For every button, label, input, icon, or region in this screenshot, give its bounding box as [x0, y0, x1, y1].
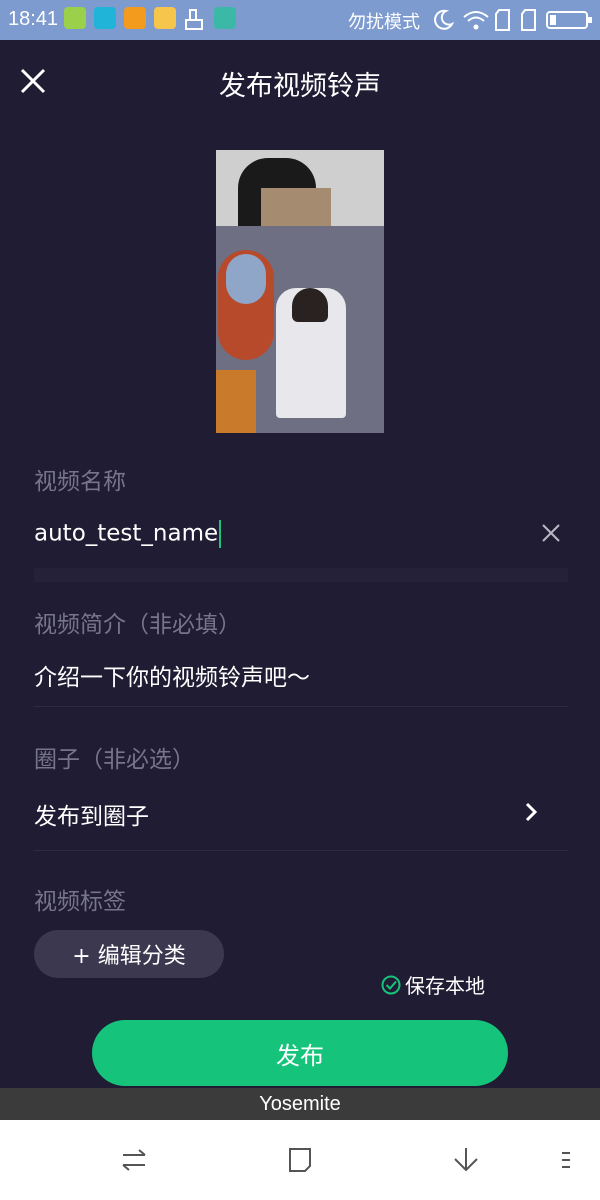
edit-category-button[interactable]: + 编辑分类	[34, 930, 224, 978]
dnd-label: 勿扰模式	[348, 12, 420, 33]
battery-icon	[546, 11, 592, 29]
circle-label: 圈子（非必选）	[34, 747, 195, 773]
video-tag-label: 视频标签	[34, 889, 126, 915]
text-cursor	[219, 520, 222, 548]
hide-keyboard-icon[interactable]	[452, 1146, 480, 1174]
publish-to-circle-row[interactable]: 发布到圈子	[34, 797, 149, 831]
check-circle-icon	[381, 975, 401, 994]
page-title: 发布视频铃声	[219, 71, 381, 102]
divider	[34, 568, 568, 582]
sync-app-icon	[94, 7, 116, 29]
wifi-icon	[463, 11, 489, 30]
divider	[34, 850, 568, 851]
usb-icon	[214, 7, 236, 29]
thumb-color-block	[216, 370, 256, 433]
video-name-label: 视频名称	[34, 469, 126, 495]
sim1-icon	[495, 9, 510, 31]
status-time: 18:41	[8, 8, 59, 30]
video-name-value: auto_test_name	[34, 520, 219, 547]
publish-button[interactable]: 发布	[92, 1020, 508, 1086]
page-header: 发布视频铃声	[0, 40, 600, 124]
save-local-label: 保存本地	[405, 974, 485, 998]
ime-suggestion-bar[interactable]: Yosemite	[0, 1088, 600, 1120]
thumb-hair	[292, 288, 328, 322]
video-name-input[interactable]: auto_test_name	[34, 520, 222, 548]
divider	[34, 706, 568, 707]
thumb-balloon-highlight	[226, 254, 266, 304]
switch-icon[interactable]	[120, 1146, 148, 1174]
brush-icon	[185, 9, 203, 30]
android-app-icon	[64, 7, 86, 29]
save-local-toggle[interactable]: 保存本地	[380, 970, 485, 999]
sim2-icon	[521, 9, 536, 31]
video-thumbnail[interactable]	[216, 150, 384, 433]
clear-text-icon[interactable]	[540, 522, 562, 544]
warning-icon	[124, 7, 146, 29]
video-intro-input[interactable]: 介绍一下你的视频铃声吧～	[34, 658, 310, 692]
navigation-bar	[0, 1120, 600, 1200]
menu-icon[interactable]	[560, 1146, 572, 1174]
folder-icon	[154, 7, 176, 29]
moon-icon	[434, 9, 454, 30]
video-intro-label: 视频简介（非必填）	[34, 612, 241, 638]
status-bar: 18:41 勿扰模式	[0, 0, 600, 40]
home-square-icon[interactable]	[287, 1146, 313, 1174]
chevron-right-icon[interactable]	[522, 800, 540, 824]
